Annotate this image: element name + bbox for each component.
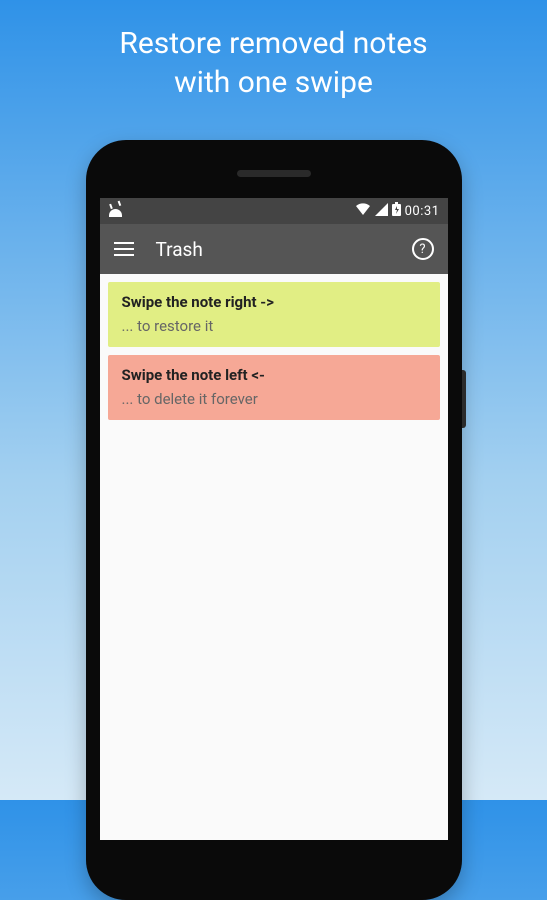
note-title: Swipe the note left <- — [122, 366, 426, 384]
phone-power-button — [462, 370, 466, 428]
note-body: ... to delete it forever — [122, 390, 426, 408]
promo-line-1: Restore removed notes — [119, 26, 427, 61]
phone-frame: 00:31 Trash ? Swipe the note right -> ..… — [86, 140, 462, 900]
status-clock: 00:31 — [405, 204, 440, 219]
help-button[interactable]: ? — [412, 238, 434, 260]
note-title: Swipe the note right -> — [122, 293, 426, 311]
status-left — [108, 205, 123, 217]
signal-icon — [375, 203, 388, 220]
promo-line-2: with one swipe — [174, 65, 373, 100]
android-icon — [108, 205, 123, 217]
battery-icon — [392, 202, 401, 220]
help-icon: ? — [419, 242, 425, 257]
promo-title: Restore removed notes with one swipe — [0, 0, 547, 102]
note-card[interactable]: Swipe the note right -> ... to restore i… — [108, 282, 440, 347]
app-bar: Trash ? — [100, 224, 448, 274]
status-bar: 00:31 — [100, 198, 448, 224]
note-body: ... to restore it — [122, 317, 426, 335]
notes-list: Swipe the note right -> ... to restore i… — [100, 274, 448, 436]
phone-speaker — [237, 170, 311, 177]
phone-screen: 00:31 Trash ? Swipe the note right -> ..… — [100, 198, 448, 840]
app-bar-title: Trash — [156, 238, 203, 261]
wifi-icon — [355, 203, 371, 220]
status-right: 00:31 — [355, 202, 440, 220]
menu-icon[interactable] — [114, 242, 134, 256]
note-card[interactable]: Swipe the note left <- ... to delete it … — [108, 355, 440, 420]
